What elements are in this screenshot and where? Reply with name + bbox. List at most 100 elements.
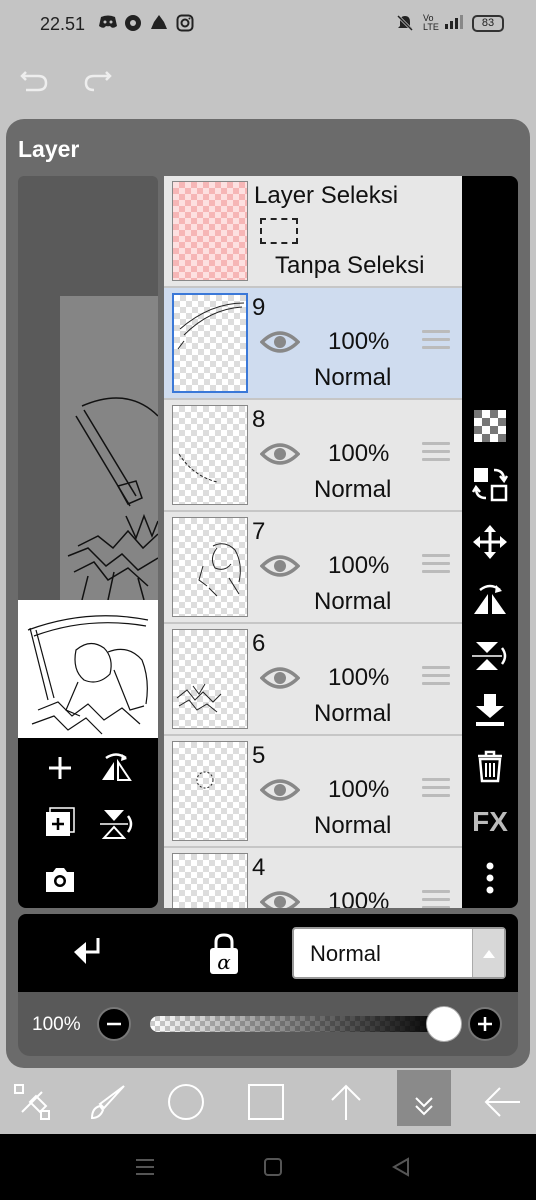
layer-thumbnail	[172, 853, 248, 908]
flip-vertical-layer-icon	[100, 810, 133, 839]
visibility-eye-icon[interactable]	[259, 664, 301, 692]
signal-icon	[444, 14, 464, 34]
layer-number: 4	[252, 854, 266, 881]
system-back-button[interactable]	[390, 1156, 412, 1178]
more-options-button[interactable]	[472, 860, 508, 896]
opacity-slider-knob[interactable]	[426, 1006, 462, 1042]
layer-opacity: 100%	[328, 888, 390, 908]
drag-handle-icon[interactable]	[422, 330, 450, 354]
layer-list[interactable]: Layer Seleksi Tanpa Seleksi 9 100% Norma…	[164, 176, 462, 908]
flip-layer-icon	[102, 753, 132, 781]
app-notification-icon	[150, 14, 168, 36]
left-toolbar	[18, 738, 158, 908]
fx-button[interactable]: FX	[470, 804, 510, 840]
opacity-slider-track[interactable]	[150, 1016, 444, 1032]
layer-opacity: 100%	[328, 440, 390, 467]
canvas-thumbnail[interactable]	[18, 600, 158, 738]
swap-layer-button[interactable]	[471, 466, 509, 502]
collapse-panel-button[interactable]	[404, 1082, 444, 1122]
rectangle-tool-button[interactable]	[246, 1082, 286, 1122]
visibility-eye-icon[interactable]	[259, 888, 301, 908]
flip-vertical-icon	[472, 642, 507, 670]
selection-layer-status: Tanpa Seleksi	[275, 252, 425, 279]
swap-icon	[471, 468, 509, 502]
layer-blend-mode: Normal	[314, 588, 392, 615]
plus-icon	[478, 1017, 492, 1031]
duplicate-layer-button[interactable]	[42, 806, 78, 842]
visibility-eye-icon[interactable]	[259, 440, 301, 468]
layer-number: 6	[252, 630, 266, 657]
back-triangle-icon	[391, 1157, 409, 1177]
camera-icon	[46, 868, 74, 892]
layer-row[interactable]: 9 100% Normal	[164, 288, 462, 400]
instagram-icon	[176, 14, 194, 36]
move-icon	[473, 525, 507, 559]
panel-title: Layer	[18, 136, 80, 162]
transform-tool-button[interactable]	[12, 1082, 52, 1122]
arrow-left-icon	[484, 1087, 520, 1117]
redo-button[interactable]	[82, 62, 114, 94]
add-layer-icon	[49, 757, 71, 779]
undo-button[interactable]	[18, 62, 50, 94]
blend-mode-value: Normal	[310, 941, 381, 966]
flip-horizontal-button[interactable]	[472, 580, 508, 616]
opacity-label: 100%	[32, 1014, 81, 1035]
layer-row[interactable]: 4 100%	[164, 848, 462, 908]
bottom-toolbar	[0, 1070, 536, 1134]
layer-row[interactable]: 6 100% Normal	[164, 624, 462, 736]
layer-thumbnail	[172, 517, 248, 617]
brush-icon	[90, 1085, 125, 1120]
blend-mode-select[interactable]: Normal	[292, 927, 506, 979]
camera-button[interactable]	[42, 862, 78, 898]
canvas-preview[interactable]	[18, 176, 158, 600]
merge-down-icon	[476, 694, 504, 726]
drag-handle-icon[interactable]	[422, 666, 450, 690]
transparency-button[interactable]	[472, 408, 508, 444]
alpha-lock-button[interactable]: α	[204, 932, 244, 976]
alpha-lock-icon: α	[210, 933, 238, 974]
square-icon	[248, 1084, 284, 1120]
opacity-decrease-button[interactable]	[97, 1007, 131, 1041]
recents-button[interactable]	[134, 1156, 156, 1178]
chevron-double-down-icon	[415, 1097, 433, 1116]
selection-layer-row[interactable]: Layer Seleksi Tanpa Seleksi	[164, 176, 462, 288]
layer-opacity: 100%	[328, 776, 390, 803]
more-icon	[486, 862, 494, 894]
layer-number: 9	[252, 294, 266, 321]
layer-thumbnail	[172, 629, 248, 729]
ellipse-tool-button[interactable]	[166, 1082, 206, 1122]
layer-row[interactable]: 7 100% Normal	[164, 512, 462, 624]
brush-tool-button[interactable]	[88, 1082, 128, 1122]
layer-number: 8	[252, 406, 266, 433]
layer-blend-mode: Normal	[314, 364, 392, 391]
visibility-eye-icon[interactable]	[259, 776, 301, 804]
visibility-eye-icon[interactable]	[259, 552, 301, 580]
layer-row[interactable]: 8 100% Normal	[164, 400, 462, 512]
layer-row[interactable]: 5 100% Normal	[164, 736, 462, 848]
menu-icon	[136, 1159, 154, 1175]
svg-text:α: α	[217, 950, 231, 974]
upload-button[interactable]	[326, 1082, 366, 1122]
drag-handle-icon[interactable]	[422, 778, 450, 802]
system-nav-bar	[0, 1134, 536, 1200]
move-button[interactable]	[472, 524, 508, 560]
flip-vertical-button[interactable]	[472, 638, 508, 674]
selection-layer-thumbnail	[172, 181, 248, 281]
merge-down-button[interactable]	[472, 692, 508, 728]
home-button[interactable]	[262, 1156, 284, 1178]
flip-layer-button[interactable]	[98, 750, 134, 786]
layer-thumbnail	[172, 741, 248, 841]
add-layer-button[interactable]	[42, 750, 78, 786]
layer-opacity: 100%	[328, 328, 390, 355]
flip-vertical-layer-button[interactable]	[98, 806, 134, 842]
opacity-increase-button[interactable]	[468, 1007, 502, 1041]
drag-handle-icon[interactable]	[422, 442, 450, 466]
drag-handle-icon[interactable]	[422, 554, 450, 578]
back-button[interactable]	[482, 1082, 522, 1122]
layer-thumbnail	[172, 405, 248, 505]
delete-layer-button[interactable]	[472, 748, 508, 784]
drag-handle-icon[interactable]	[422, 890, 450, 908]
visibility-eye-icon[interactable]	[259, 328, 301, 356]
canvas-drawing	[60, 296, 158, 600]
clipping-button[interactable]	[68, 934, 108, 974]
